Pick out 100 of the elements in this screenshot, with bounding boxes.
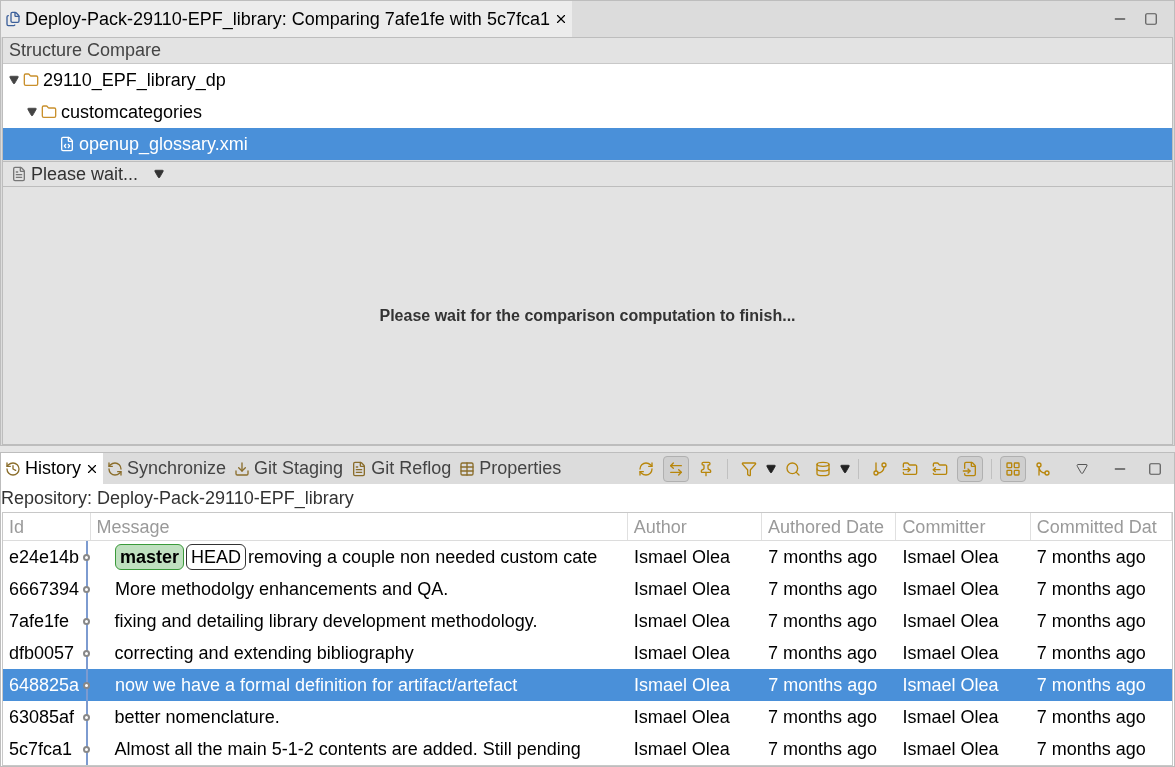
folder-out-icon [932,460,948,477]
commit-id: e24e14b [8,545,81,569]
commit-message: better nomenclature. [114,705,280,729]
dropdown-icon[interactable] [766,463,776,474]
tab-icon [351,460,368,477]
table-cell-text: 7 months ago [1035,673,1147,697]
table-cell-text: Ismael Olea [901,641,1000,665]
table-cell-text: 7 months ago [767,673,879,697]
editor-tab[interactable]: Deploy-Pack-29110-EPF_library: Comparing 7afe1fe with 5c7fca1 [1,1,572,37]
dropdown-icon[interactable] [840,463,850,474]
commit-message: fixing and detailing library development methodology. [114,609,538,633]
table-cell-text: Ismael Olea [901,577,1000,601]
tab-icon [234,460,251,477]
table-cell-text: 7 months ago [767,609,879,633]
table-cell-text: Ismael Olea [632,705,731,729]
commit-id: dfb0057 [8,641,76,665]
commit-message: now we have a formal definition for artifact/artefact [114,673,518,697]
view-tab[interactable]: History [1,453,103,484]
folder-icon [23,72,39,88]
file-icon [59,136,75,152]
table-cell-text: 7 months ago [767,577,879,601]
dropdown-icon[interactable] [154,169,165,179]
commit-message: correcting and extending bibliography [114,641,414,665]
table-cell-text: Ismael Olea [632,609,731,633]
table-cell-text: 7 months ago [1035,641,1147,665]
table-cell-text: Ismael Olea [901,705,1000,729]
tab-icon [107,460,123,477]
maximize-icon[interactable] [1148,461,1162,476]
toolbar-button[interactable] [1000,455,1026,482]
graph-node-icon [83,585,91,593]
viewer-label: Please wait... [31,162,139,186]
commit-id: 63085af [8,705,76,729]
table-cell-text: Ismael Olea [901,545,1000,569]
pin-icon [698,460,714,477]
graph-node-icon [83,745,91,753]
view-tab[interactable]: Synchronize [103,453,231,484]
graph-node-icon [83,649,91,657]
commit-row[interactable]: 7afe1fe fixing and detailing library development methodology. Ismael Olea 7 months ago Ismael Olea 7 months ago [3,605,1172,637]
commit-id: 7afe1fe [8,609,71,633]
table-cell-text: Ismael Olea [632,737,731,761]
expanded-arrow-icon[interactable] [27,107,37,117]
table-cell-text: Ismael Olea [632,673,731,697]
table-cell-text: Ismael Olea [901,673,1000,697]
graph-node-icon [83,713,91,721]
commit-message: Almost all the main 5-1-2 contents are added. Still pending [114,737,581,761]
commit-row[interactable]: dfb0057 correcting and extending bibliography Ismael Olea 7 months ago Ismael Olea 7 months ago [3,637,1172,669]
ref-label: HEAD [186,544,246,570]
commit-row[interactable]: e24e14b master HEAD removing a couple non needed custom cate Ismael Olea 7 months ago Ismael Olea 7 months ago [3,541,1172,573]
layout-icon [1005,460,1021,477]
toolbar-button[interactable] [663,455,689,482]
table-cell-text: Ismael Olea [632,641,731,665]
commit-row[interactable]: 6667394 More methodolgy enhancements and QA. Ismael Olea 7 months ago Ismael Olea 7 months ago [3,573,1172,605]
graph-node-icon [83,617,91,625]
view-tab[interactable]: Properties [455,453,566,484]
folder-icon [41,104,57,120]
maximize-icon[interactable] [1144,12,1158,26]
section-header: Structure Compare [3,38,1172,63]
view-menu-icon[interactable] [1076,462,1088,475]
commit-row[interactable]: 63085af better nomenclature. Ismael Olea 7 months ago Ismael Olea 7 months ago [3,701,1172,733]
tab-icon [5,460,21,477]
view-tab[interactable]: Git Staging [230,453,348,484]
ref-label: master [114,544,184,570]
table-cell-text: 7 months ago [767,737,879,761]
table-cell-text: 7 months ago [1035,609,1147,633]
graph-node-icon [83,553,91,561]
table-cell-text: 7 months ago [1035,577,1147,601]
tree-item[interactable]: 29110_EPF_library_dp [3,64,1172,96]
filter-icon [741,460,757,477]
editor-title: Deploy-Pack-29110-EPF_library: Comparing 7afe1fe with 5c7fca1 [25,7,550,32]
commit-message: removing a couple non needed custom cate [248,545,598,569]
document-icon [11,166,27,182]
file-in-icon [962,460,978,477]
folder-in-icon [902,460,918,477]
table-cell-text: 7 months ago [767,641,879,665]
arrows-icon [668,460,684,477]
merge-icon [1035,460,1051,477]
tree-item[interactable]: customcategories [3,96,1172,128]
table-cell-text: 7 months ago [767,545,879,569]
cylinder-icon [815,460,831,477]
commit-message: More methodolgy enhancements and QA. [114,577,449,601]
table-cell-text: Ismael Olea [901,609,1000,633]
refresh-icon [638,460,654,477]
search-icon [785,460,801,477]
table-cell-text: 7 months ago [1035,737,1147,761]
commit-id: 5c7fca1 [8,737,74,761]
table-cell-text: 7 months ago [767,705,879,729]
tab-icon [459,460,476,477]
toolbar-button[interactable] [957,455,983,482]
commit-row[interactable]: 5c7fca1 Almost all the main 5-1-2 contents are added. Still pending Ismael Olea 7 months ago Ismael Olea 7 months ago [3,733,1172,765]
table-cell-text: Ismael Olea [901,737,1000,761]
wait-message: Please wait for the comparison computation to finish... [379,305,796,326]
expanded-arrow-icon[interactable] [9,75,19,85]
graph-node-icon [83,681,91,689]
branch-icon [872,460,888,477]
commit-id: 648825a [8,673,81,697]
repository-label: Repository: Deploy-Pack-29110-EPF_library [1,487,355,511]
table-cell-text: Ismael Olea [632,545,731,569]
table-cell-text: Ismael Olea [632,577,731,601]
view-tab[interactable]: Git Reflog [347,453,456,484]
table-cell-text: 7 months ago [1035,705,1147,729]
